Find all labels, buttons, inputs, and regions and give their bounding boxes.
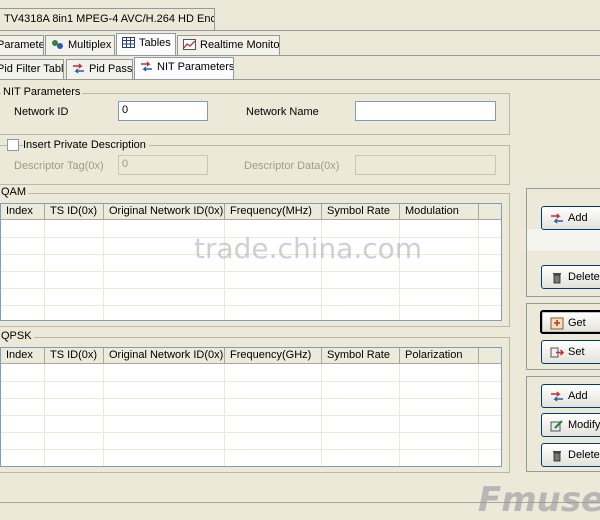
tab-pid-pass[interactable]: Pid Pass: [66, 59, 133, 79]
qpsk-delete-button[interactable]: Delete: [541, 443, 600, 467]
qpsk-row-line: [1, 415, 501, 416]
fmuser-logo: Fmuser: [478, 480, 600, 520]
add-icon: [551, 213, 563, 224]
qam-col-original-network-id[interactable]: Original Network ID(0x): [104, 204, 225, 220]
trash-icon: [553, 273, 561, 284]
qpsk-col-original-network-id[interactable]: Original Network ID(0x): [104, 348, 225, 364]
tab-tables[interactable]: Tables: [116, 33, 176, 55]
qpsk-col-symbol-rate[interactable]: Symbol Rate: [322, 348, 400, 364]
qpsk-add-button[interactable]: Add: [541, 384, 600, 408]
monitor-chart-icon: [183, 39, 196, 50]
set-button[interactable]: Set: [541, 340, 600, 364]
qam-add-button[interactable]: Add: [541, 206, 600, 230]
qam-col-ts-id[interactable]: TS ID(0x): [45, 204, 104, 220]
qpsk-row-line: [1, 449, 501, 450]
descriptor-data-input[interactable]: [355, 155, 496, 175]
get-button[interactable]: Get: [540, 310, 600, 334]
qam-buttons-highlight: [527, 229, 600, 251]
nit-parameters-legend: NIT Parameters: [1, 86, 83, 98]
network-name-input[interactable]: [355, 101, 496, 121]
insert-private-description-checkbox[interactable]: [7, 139, 19, 151]
network-id-input[interactable]: 0: [118, 101, 208, 121]
qam-col-symbol-rate[interactable]: Symbol Rate: [322, 204, 400, 220]
descriptor-tag-label: Descriptor Tag(0x): [14, 160, 104, 172]
table-icon: [122, 37, 135, 48]
descriptor-tag-input[interactable]: 0: [118, 155, 208, 175]
qpsk-row-line: [1, 381, 501, 382]
tab-pid-filter-table[interactable]: Pid Filter Table: [0, 59, 64, 79]
tab-realtime-monitor[interactable]: Realtime Monitor: [177, 35, 280, 55]
window-title: TV4318A 8in1 MPEG-4 AVC/H.264 HD Encoder: [4, 13, 215, 25]
qam-col-frequency[interactable]: Frequency(MHz): [225, 204, 322, 220]
nit-arrows-icon: [141, 61, 152, 72]
insert-private-description-label[interactable]: Insert Private Description: [23, 139, 149, 151]
tab-nit-parameters[interactable]: NIT Parameters: [134, 57, 234, 79]
qpsk-legend: QPSK: [0, 330, 34, 342]
multiplex-icon: [52, 40, 63, 49]
qam-delete-button[interactable]: Delete: [541, 265, 600, 289]
set-icon: [550, 347, 564, 358]
title-divider: [0, 30, 600, 31]
tab-parameters[interactable]: Parameters: [0, 35, 44, 55]
qam-row-line: [1, 305, 501, 306]
qpsk-col-polarization[interactable]: Polarization: [400, 348, 479, 364]
network-name-label: Network Name: [246, 106, 319, 118]
network-id-label: Network ID: [14, 106, 69, 118]
qpsk-col-ts-id[interactable]: TS ID(0x): [45, 348, 104, 364]
get-icon: [550, 317, 564, 330]
window-title-tab: TV4318A 8in1 MPEG-4 AVC/H.264 HD Encoder: [0, 8, 215, 30]
qpsk-row-line: [1, 432, 501, 433]
qpsk-col-frequency[interactable]: Frequency(GHz): [225, 348, 322, 364]
qpsk-row-line: [1, 398, 501, 399]
qam-row-line: [1, 271, 501, 272]
qam-col-index[interactable]: Index: [1, 204, 45, 220]
qam-legend: QAM: [0, 186, 29, 198]
qpsk-col-filler: [479, 348, 501, 364]
qam-row-line: [1, 288, 501, 289]
modify-icon: [550, 420, 563, 432]
qam-col-modulation[interactable]: Modulation: [400, 204, 479, 220]
pid-arrows-icon: [73, 63, 84, 74]
qpsk-col-index[interactable]: Index: [1, 348, 45, 364]
main-tab-divider: [0, 55, 600, 56]
qam-col-filler: [479, 204, 501, 220]
descriptor-data-label: Descriptor Data(0x): [244, 160, 340, 172]
qpsk-modify-button[interactable]: Modify: [541, 413, 600, 437]
sub-tab-divider: [0, 79, 600, 80]
add-icon: [551, 391, 563, 402]
watermark-text: trade.china.com: [194, 232, 423, 265]
tab-multiplex[interactable]: Multiplex: [45, 35, 115, 55]
trash-icon: [553, 451, 561, 462]
qpsk-table[interactable]: Index TS ID(0x) Original Network ID(0x) …: [0, 347, 502, 467]
